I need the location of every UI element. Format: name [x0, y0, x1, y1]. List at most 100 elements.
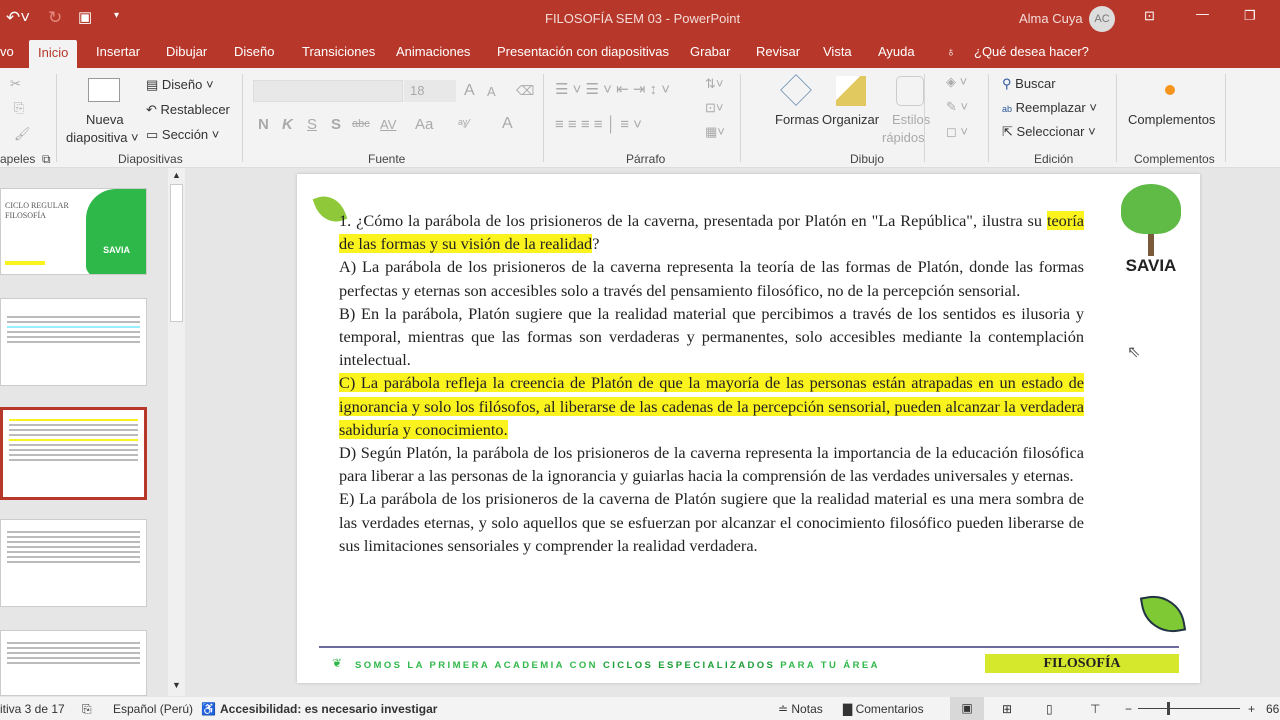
zoom-slider-thumb[interactable] [1167, 702, 1170, 715]
new-slide-icon[interactable] [88, 78, 120, 102]
highlight-icon[interactable]: ᵃʸ⁄ [458, 116, 469, 131]
slide-thumbnail-1[interactable]: CICLO REGULAR FILOSOFÍA SAVIA [0, 188, 147, 275]
addins-button[interactable]: Complementos [1128, 112, 1215, 127]
layout-label: Diseño ˅ [161, 77, 214, 92]
arrange-icon[interactable] [836, 76, 866, 106]
italic-button[interactable]: K [282, 116, 293, 133]
group-drawing: Dibujo [850, 152, 885, 166]
change-case-button[interactable]: Aa [415, 116, 433, 133]
tab-vista[interactable]: Vista [823, 44, 852, 59]
tab-dibujar[interactable]: Dibujar [166, 44, 207, 59]
strikethrough-button[interactable]: abc [352, 118, 370, 130]
tell-me-input[interactable]: ¿Qué desea hacer? [974, 44, 1089, 59]
align-text-icon[interactable]: ⊡˅ [705, 100, 723, 116]
shapes-button[interactable]: Formas [775, 112, 819, 127]
font-name-select[interactable] [253, 80, 403, 102]
tab-insertar[interactable]: Insertar [96, 44, 140, 59]
tab-animaciones[interactable]: Animaciones [396, 44, 470, 59]
thumbnails-scrollbar[interactable]: ▲ ▼ [168, 168, 185, 696]
language[interactable]: Español (Perú) [113, 702, 193, 716]
tab-archivo[interactable]: vo [0, 44, 14, 59]
shapes-icon[interactable] [780, 74, 812, 106]
scroll-up-icon[interactable]: ▲ [172, 170, 181, 180]
cut-icon[interactable]: ✂ [10, 76, 21, 92]
normal-view-icon[interactable]: ▣ [950, 697, 984, 720]
spellcheck-icon[interactable]: ⎘ [82, 702, 92, 717]
tree-icon [1121, 184, 1181, 234]
quick-styles-button-2[interactable]: rápidos [882, 130, 925, 145]
slideshow-icon[interactable]: ⊤ [1090, 702, 1100, 716]
font-size-select[interactable]: 18 [404, 80, 456, 102]
replace-button[interactable]: ab Reemplazar ˅ [1002, 100, 1097, 115]
clear-format-icon[interactable]: ⌫ [516, 83, 534, 99]
slide-thumbnail-3[interactable] [0, 407, 147, 500]
ribbon-display-icon[interactable]: ⊡ [1144, 8, 1155, 24]
arrange-button[interactable]: Organizar [822, 112, 879, 127]
tab-inicio[interactable]: Inicio [29, 40, 78, 69]
question: 1. ¿Cómo la parábola de los prisioneros … [339, 211, 1084, 254]
slide-thumbnail-4[interactable] [0, 519, 147, 607]
accessibility-status[interactable]: Accesibilidad: es necesario investigar [220, 702, 437, 716]
user-name[interactable]: Alma Cuya [1019, 11, 1083, 26]
tab-grabar[interactable]: Grabar [690, 44, 730, 59]
slide-thumbnail-2[interactable] [0, 298, 147, 386]
shrink-font-icon[interactable]: A [487, 84, 496, 99]
scroll-down-icon[interactable]: ▼ [172, 680, 181, 690]
undo-icon[interactable]: ↶˅ [6, 8, 30, 28]
format-painter-icon[interactable]: 🖌 [14, 126, 31, 142]
layout-button[interactable]: ▤ Diseño ˅ [146, 77, 214, 93]
select-button[interactable]: ⇱ Seleccionar ˅ [1002, 124, 1096, 140]
new-slide-button[interactable]: Nueva [86, 112, 124, 127]
avatar[interactable]: AC [1089, 6, 1115, 32]
slide-sorter-icon[interactable]: ⊞ [1002, 702, 1012, 716]
addins-icon[interactable] [1165, 85, 1175, 95]
slide-canvas[interactable]: 1. ¿Cómo la parábola de los prisioneros … [297, 174, 1200, 683]
replace-label: Reemplazar [1015, 100, 1086, 115]
slide-thumbnail-5[interactable] [0, 630, 147, 696]
tab-ayuda[interactable]: Ayuda [878, 44, 915, 59]
zoom-level[interactable]: 66 [1266, 702, 1279, 716]
zoom-slider[interactable] [1138, 708, 1240, 709]
ribbon: ✂ ⎘ 🖌 apeles ⧉ Nueva diapositiva ˅ ▤ Dis… [0, 68, 1280, 168]
effects-icon[interactable]: ◻ ˅ [946, 124, 968, 140]
minimize-icon[interactable]: — [1196, 6, 1209, 21]
find-button[interactable]: ⚲ Buscar [1002, 76, 1056, 92]
underline-button[interactable]: S [307, 116, 317, 133]
zoom-out-button[interactable]: − [1125, 702, 1132, 716]
comments-button[interactable]: ▇ Comentarios [843, 702, 924, 716]
reset-button[interactable]: ↶ Restablecer [146, 102, 230, 118]
customize-icon[interactable]: ▾ [114, 10, 119, 21]
font-color-icon[interactable]: A [502, 115, 513, 133]
text-direction-icon[interactable]: ⇅˅ [705, 76, 723, 92]
option-c: C) La parábola refleja la creencia de Pl… [339, 373, 1084, 439]
notes-button[interactable]: ≐ Notas [778, 702, 823, 716]
copy-icon[interactable]: ⎘ [14, 100, 24, 116]
bullets-icon[interactable]: ☰ ˅ ☰ ˅ ⇤ ⇥ ↕ ˅ [555, 80, 670, 98]
zoom-in-button[interactable]: + [1248, 702, 1255, 716]
new-slide-dropdown[interactable]: diapositiva ˅ [66, 130, 139, 145]
align-icons[interactable]: ≡ ≡ ≡ ≡ │ ≡ ˅ [555, 116, 642, 133]
tab-diseno[interactable]: Diseño [234, 44, 274, 59]
accessibility-icon[interactable]: ♿ [201, 702, 216, 716]
restore-icon[interactable]: ❐ [1244, 8, 1256, 24]
dialog-launcher-icon[interactable]: ⧉ [42, 152, 51, 167]
reading-view-icon[interactable]: ▯ [1046, 702, 1053, 716]
section-button[interactable]: ▭ Sección ˅ [146, 127, 219, 143]
bold-button[interactable]: N [258, 116, 269, 133]
quick-styles-icon[interactable] [896, 76, 924, 106]
slide-body-text[interactable]: 1. ¿Cómo la parábola de los prisioneros … [339, 209, 1084, 557]
tab-transiciones[interactable]: Transiciones [302, 44, 375, 59]
mouse-cursor-icon: ⇖ [1127, 344, 1141, 361]
tab-presentacion[interactable]: Presentación con diapositivas [497, 44, 669, 59]
fill-icon[interactable]: ◈ ˅ [946, 74, 967, 90]
tab-revisar[interactable]: Revisar [756, 44, 800, 59]
redo-icon[interactable]: ↻ [48, 8, 62, 28]
shadow-button[interactable]: S [331, 116, 341, 133]
scrollbar-thumb[interactable] [170, 184, 183, 322]
presentation-icon[interactable]: ▣ [78, 8, 92, 26]
smartart-icon[interactable]: ▦˅ [705, 124, 725, 140]
grow-font-icon[interactable]: A [464, 82, 475, 100]
outline-icon[interactable]: ✎ ˅ [946, 99, 968, 115]
char-spacing-button[interactable]: AV [380, 117, 396, 132]
slide-counter: itiva 3 de 17 [0, 702, 65, 716]
